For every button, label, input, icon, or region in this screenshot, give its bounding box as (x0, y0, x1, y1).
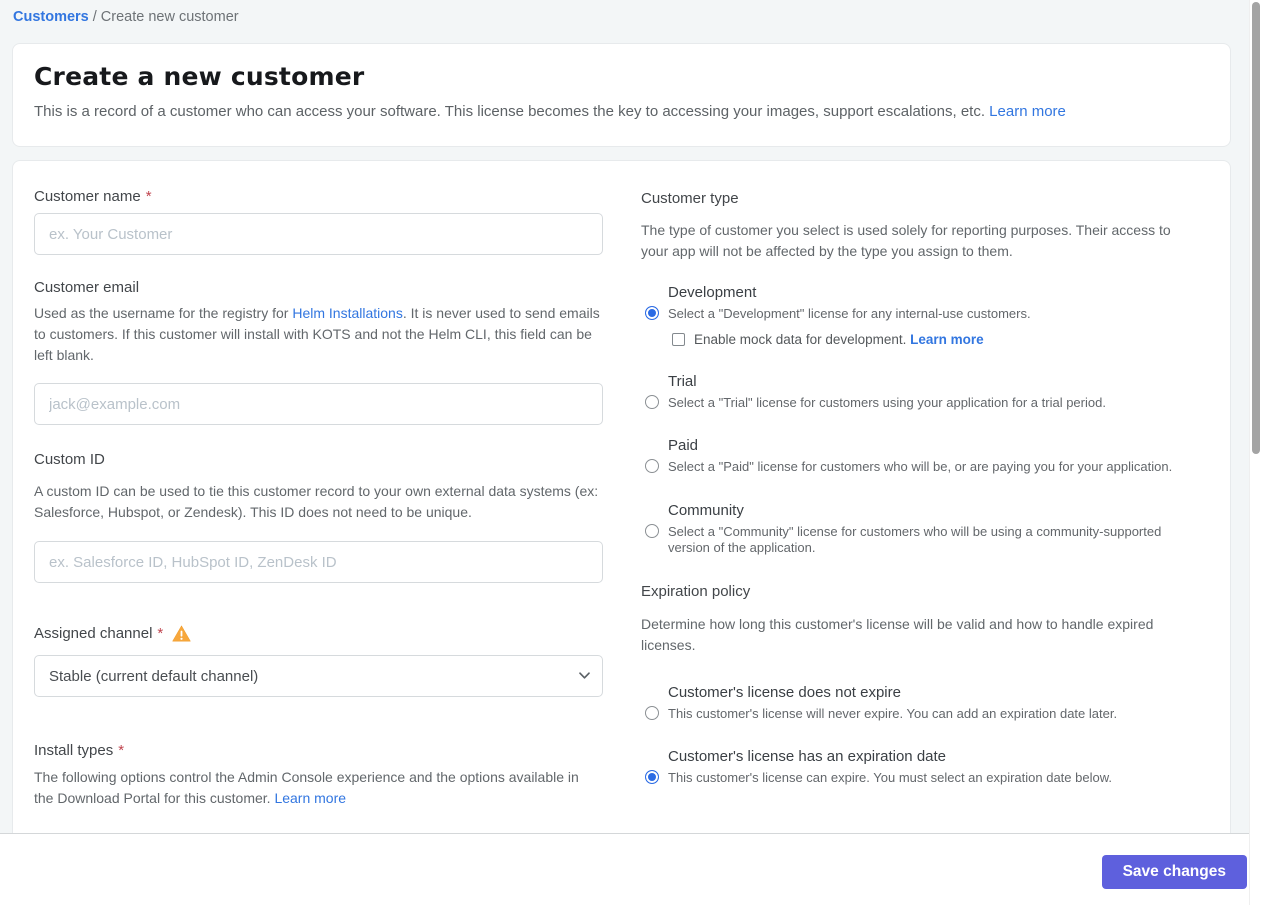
page-header-card: Create a new customer This is a record o… (12, 43, 1231, 147)
no-expire-title: Customer's license does not expire (668, 683, 901, 701)
customer-email-input[interactable] (34, 383, 603, 425)
customer-email-description: Used as the username for the registry fo… (34, 303, 604, 366)
custom-id-label-text: Custom ID (34, 451, 105, 468)
customer-name-input[interactable] (34, 213, 603, 255)
expiration-option-has-date: Customer's license has an expiration dat… (641, 748, 1199, 787)
community-title: Community (668, 501, 744, 519)
trial-description: Select a "Trial" license for customers u… (668, 394, 1106, 410)
custom-id-input[interactable] (34, 541, 603, 583)
required-asterisk: * (157, 625, 164, 642)
community-description: Select a "Community" license for custome… (668, 523, 1162, 556)
assigned-channel-select[interactable]: Stable (current default channel) (34, 655, 603, 697)
warning-triangle-icon (172, 625, 191, 642)
form-right-column: Customer type The type of customer you s… (641, 161, 1199, 813)
breadcrumb-separator: / (92, 9, 97, 25)
install-types-description: The following options control the Admin … (34, 767, 579, 809)
page-title: Create a new customer (34, 62, 365, 91)
assigned-channel-label-text: Assigned channel (34, 625, 153, 642)
assigned-channel-select-wrap: Stable (current default channel) (34, 655, 603, 697)
custom-id-description: A custom ID can be used to tie this cust… (34, 483, 599, 520)
has-expiration-description: This customer's license can expire. You … (668, 770, 1112, 785)
mock-data-learn-more-link[interactable]: Learn more (910, 332, 984, 347)
customer-type-description: The type of customer you select is used … (641, 222, 1171, 259)
paid-description: Select a "Paid" license for customers wh… (668, 459, 1173, 474)
customer-name-label-text: Customer name (34, 188, 141, 205)
required-asterisk: * (118, 742, 125, 759)
breadcrumb: Customers / Create new customer (13, 9, 239, 25)
customer-type-option-paid: Paid Select a "Paid" license for custome… (641, 437, 1199, 476)
page-scrollbar-thumb[interactable] (1252, 2, 1260, 454)
customer-email-label-text: Customer email (34, 279, 140, 296)
custom-id-label: Custom ID (34, 451, 604, 468)
development-description: Select a "Development" license for any i… (668, 306, 1031, 321)
save-changes-button[interactable]: Save changes (1101, 855, 1247, 889)
license-has-expiration-radio[interactable] (645, 770, 659, 784)
customer-form-card: Customer name* Customer email Used as th… (12, 160, 1231, 833)
community-radio[interactable] (645, 523, 659, 538)
expiration-option-no-expire: Customer's license does not expire This … (641, 684, 1199, 723)
customer-type-heading: Customer type (641, 190, 739, 207)
header-learn-more-link[interactable]: Learn more (989, 103, 1066, 120)
breadcrumb-customers-link[interactable]: Customers (13, 9, 89, 25)
page-description-text: This is a record of a customer who can a… (34, 103, 985, 120)
enable-mock-data-checkbox[interactable] (672, 332, 685, 346)
has-expiration-title: Customer's license has an expiration dat… (668, 748, 947, 765)
development-title: Development (668, 284, 757, 301)
trial-radio[interactable] (645, 394, 659, 409)
page-scrollbar-track[interactable] (1249, 0, 1263, 905)
customer-type-option-development: Development Select a "Development" licen… (641, 284, 1199, 347)
trial-title: Trial (668, 372, 697, 390)
install-types-learn-more-link[interactable]: Learn more (274, 790, 346, 806)
expiration-policy-heading: Expiration policy (641, 582, 751, 600)
required-asterisk: * (145, 188, 152, 205)
email-desc-before: Used as the username for the registry fo… (34, 305, 293, 321)
mock-data-checkbox-label: Enable mock data for development. Learn … (694, 332, 984, 347)
mock-data-checkbox-row: Enable mock data for development. Learn … (672, 332, 1199, 347)
assigned-channel-label: Assigned channel * (34, 625, 604, 642)
customer-name-label: Customer name * (34, 188, 604, 205)
development-radio[interactable] (645, 306, 659, 320)
install-types-label-text: Install types (34, 742, 114, 759)
form-left-column: Customer name* Customer email Used as th… (34, 161, 604, 809)
customer-email-label: Customer email (34, 279, 604, 296)
install-types-label: Install types * (34, 742, 604, 759)
mock-data-label-text: Enable mock data for development. (694, 331, 911, 347)
license-does-not-expire-radio[interactable] (645, 705, 659, 720)
breadcrumb-current: Create new customer (100, 9, 239, 25)
no-expire-description: This customer's license will never expir… (668, 705, 1118, 721)
page-description: This is a record of a customer who can a… (34, 103, 1209, 120)
paid-title: Paid (668, 437, 699, 454)
footer-action-bar: Save changes (0, 833, 1263, 905)
expiration-policy-description: Determine how long this customer's licen… (641, 615, 1154, 653)
paid-radio[interactable] (645, 459, 659, 473)
customer-type-option-trial: Trial Select a "Trial" license for custo… (641, 373, 1199, 412)
helm-installations-link[interactable]: Helm Installations (292, 305, 403, 321)
customer-type-option-community: Community Select a "Community" license f… (641, 502, 1199, 557)
